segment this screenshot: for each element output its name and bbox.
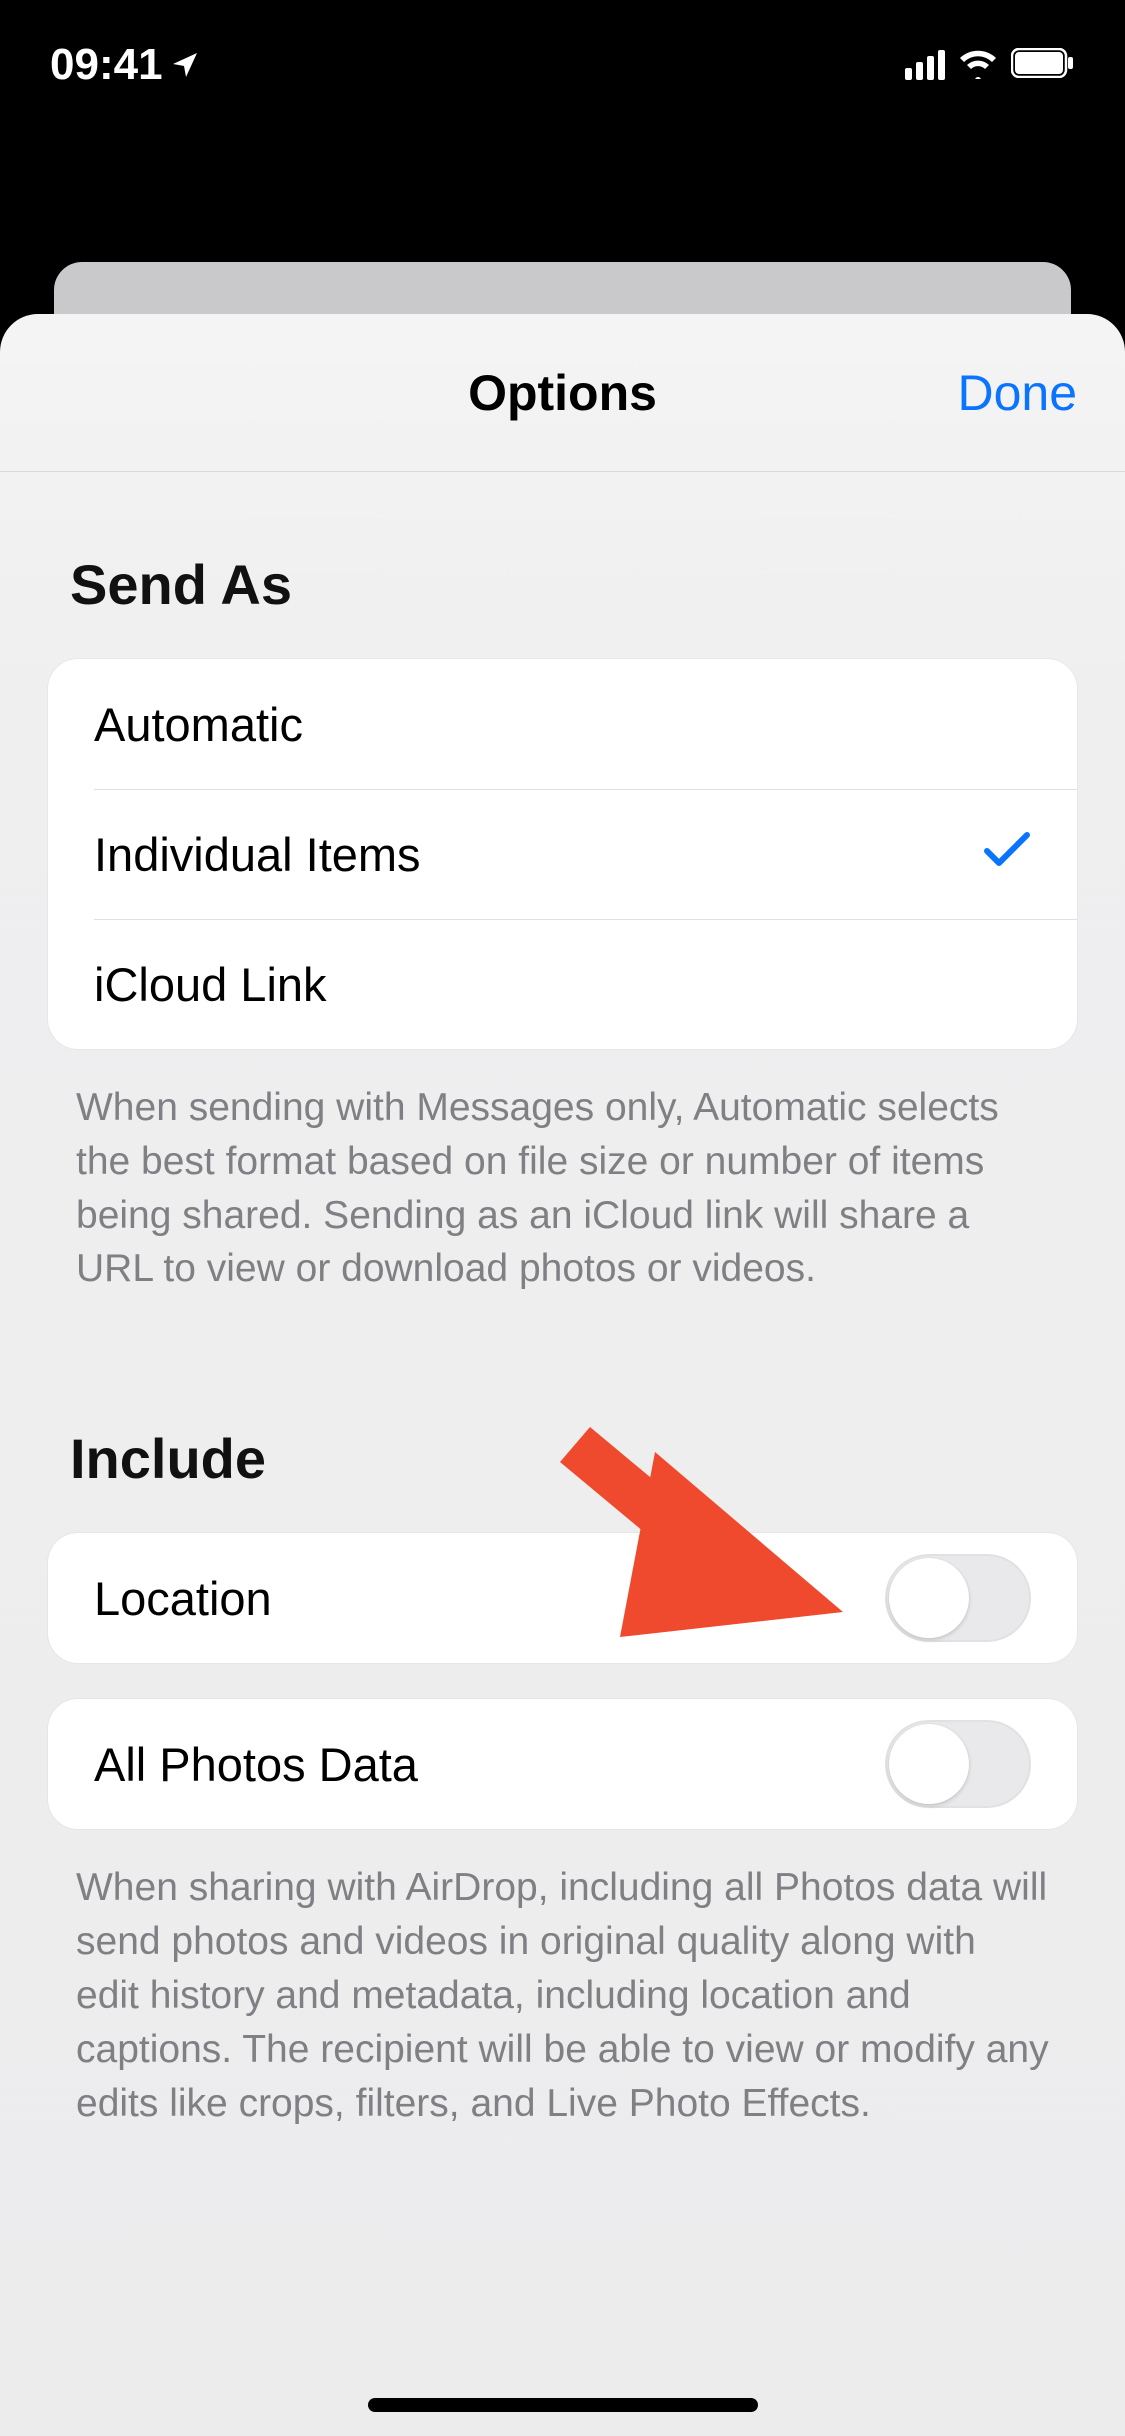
send-as-option-icloud-link[interactable]: iCloud Link <box>48 919 1077 1049</box>
send-as-footer: When sending with Messages only, Automat… <box>48 1049 1077 1296</box>
status-right-group <box>905 47 1075 84</box>
wifi-icon <box>957 47 999 84</box>
include-all-photos-data-row-group: All Photos Data <box>48 1699 1077 1829</box>
sheet-title: Options <box>468 364 657 422</box>
cellular-signal-icon <box>905 50 945 80</box>
done-button[interactable]: Done <box>957 364 1077 422</box>
status-time-group: 09:41 <box>50 40 199 90</box>
send-as-group: Automatic Individual Items iCloud Link <box>48 659 1077 1049</box>
checkmark-icon <box>983 827 1031 882</box>
include-all-photos-data-row[interactable]: All Photos Data <box>48 1699 1077 1829</box>
include-location-row-group: Location <box>48 1533 1077 1663</box>
location-services-icon <box>171 40 199 90</box>
include-location-row[interactable]: Location <box>48 1533 1077 1663</box>
include-all-photos-data-label: All Photos Data <box>94 1737 418 1792</box>
send-as-option-label: Individual Items <box>94 827 421 882</box>
section-title-include: Include <box>48 1426 1077 1491</box>
sheet-header: Options Done <box>0 314 1125 472</box>
send-as-option-individual-items[interactable]: Individual Items <box>48 789 1077 919</box>
location-toggle[interactable] <box>885 1554 1031 1642</box>
status-bar: 09:41 <box>0 0 1125 130</box>
include-footer: When sharing with AirDrop, including all… <box>48 1829 1077 2130</box>
options-sheet: Options Done Send As Automatic Individua… <box>0 314 1125 2436</box>
home-indicator[interactable] <box>368 2398 758 2412</box>
status-time: 09:41 <box>50 40 163 90</box>
include-location-label: Location <box>94 1571 272 1626</box>
send-as-option-label: Automatic <box>94 697 303 752</box>
all-photos-data-toggle[interactable] <box>885 1720 1031 1808</box>
send-as-option-label: iCloud Link <box>94 957 327 1012</box>
battery-icon <box>1011 48 1075 83</box>
send-as-option-automatic[interactable]: Automatic <box>48 659 1077 789</box>
section-title-send-as: Send As <box>48 552 1077 617</box>
